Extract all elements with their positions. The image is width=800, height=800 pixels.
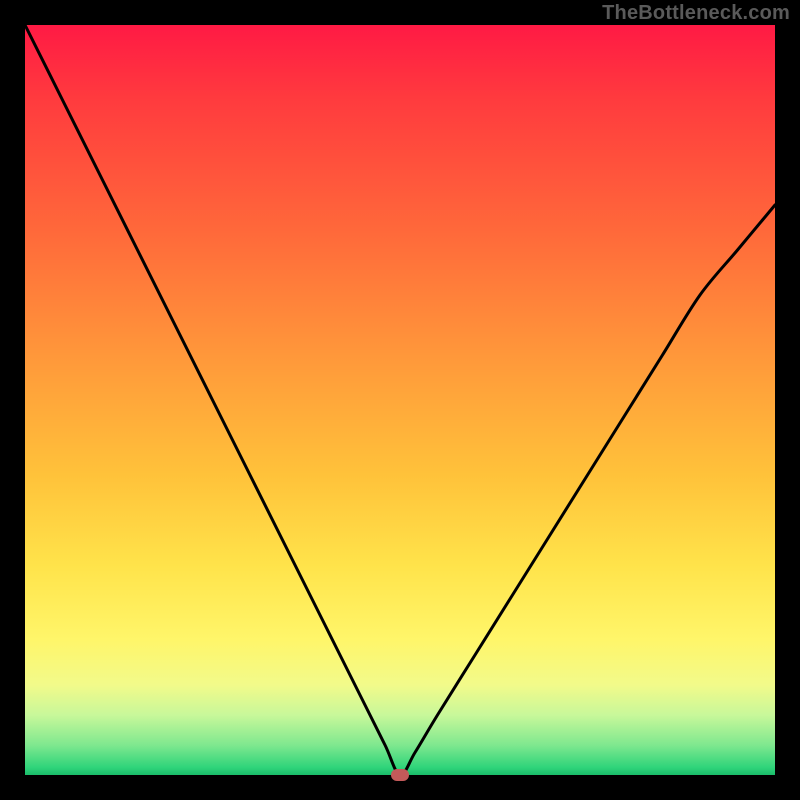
chart-frame: TheBottleneck.com: [0, 0, 800, 800]
minimum-marker: [391, 769, 409, 781]
attribution-text: TheBottleneck.com: [602, 2, 790, 25]
bottleneck-curve: [25, 25, 775, 775]
plot-area: [25, 25, 775, 775]
